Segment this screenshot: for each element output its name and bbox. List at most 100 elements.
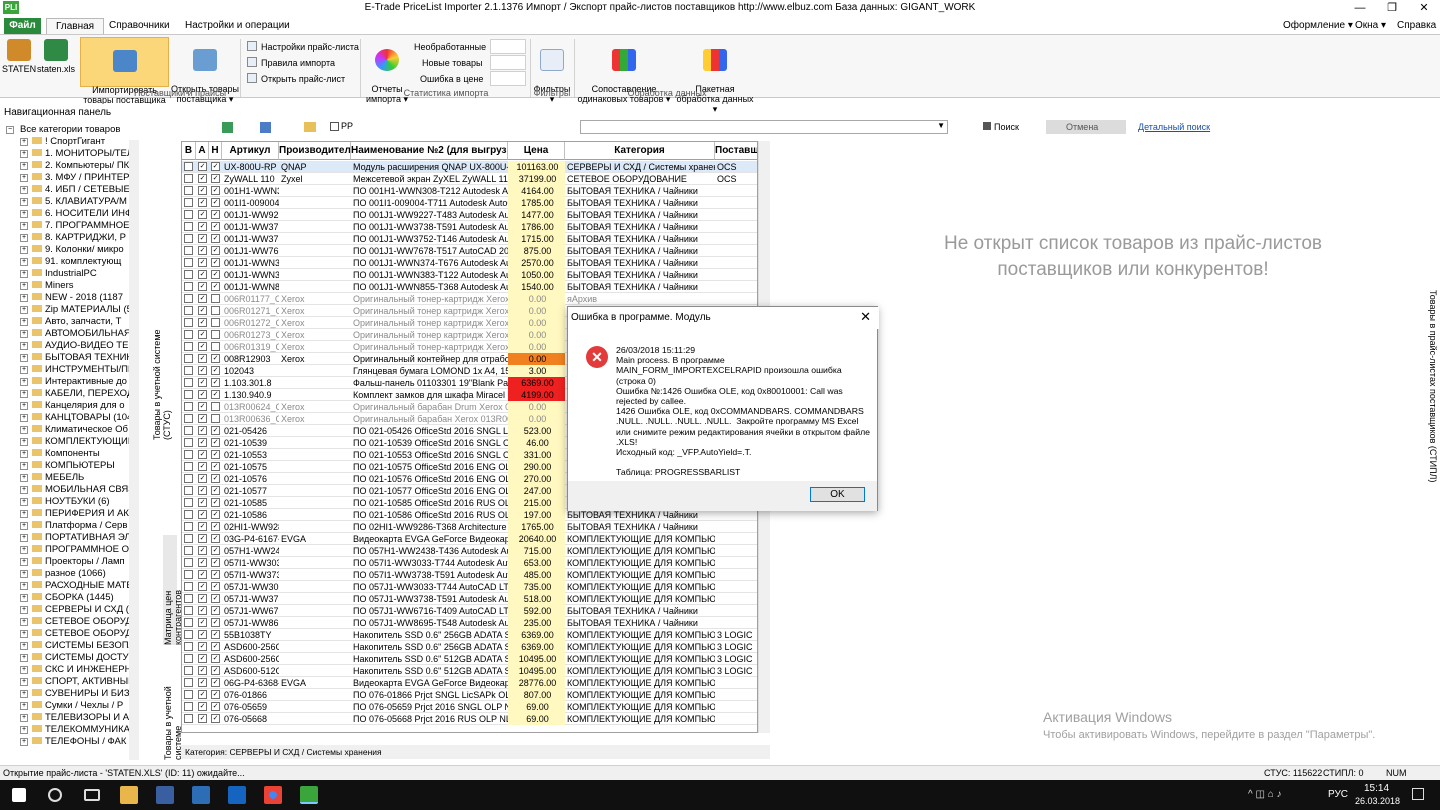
table-row[interactable]: ✓ ✓ 001H1-WWN3 ПО 001H1-WWN308-T212 Autodes… bbox=[182, 185, 757, 197]
column-header[interactable]: Наименование №2 (для выгрузки bbox=[351, 142, 508, 160]
row-checkbox[interactable]: ✓ bbox=[198, 714, 207, 723]
tree-item[interactable]: + Канцелярия для о bbox=[0, 400, 130, 412]
tree-item[interactable]: + МЕБЕЛЬ bbox=[0, 472, 130, 484]
row-checkbox[interactable]: ✓ bbox=[211, 354, 220, 363]
row-checkbox[interactable]: ✓ bbox=[198, 438, 207, 447]
sort-icon[interactable] bbox=[260, 122, 271, 133]
row-checkbox[interactable] bbox=[184, 594, 193, 603]
collapse-icon[interactable]: − bbox=[6, 126, 14, 134]
batch-processing-button[interactable]: Пакетная обработка данных ▾ bbox=[674, 39, 756, 114]
row-checkbox[interactable]: ✓ bbox=[211, 714, 220, 723]
row-checkbox[interactable]: ✓ bbox=[198, 306, 207, 315]
expand-icon[interactable]: + bbox=[20, 378, 28, 386]
tree-item[interactable]: +2. Компьютеры/ ПК bbox=[0, 160, 130, 172]
tree-item[interactable]: +91. комплектующ bbox=[0, 256, 130, 268]
row-checkbox[interactable] bbox=[211, 414, 220, 423]
tree-item[interactable]: + Авто, запчасти, Т bbox=[0, 316, 130, 328]
row-checkbox[interactable] bbox=[184, 414, 193, 423]
column-header[interactable]: Производитель bbox=[279, 142, 351, 160]
expand-icon[interactable]: + bbox=[20, 366, 28, 374]
table-row[interactable]: ✓ ✓ 001J1-WWN37 ПО 001J1-WWN374-T676 Autode… bbox=[182, 257, 757, 269]
tree-item[interactable]: + Miners bbox=[0, 280, 130, 292]
expand-icon[interactable]: + bbox=[20, 234, 28, 242]
tab-main[interactable]: Главная bbox=[46, 18, 105, 34]
row-checkbox[interactable] bbox=[184, 666, 193, 675]
row-checkbox[interactable]: ✓ bbox=[198, 654, 207, 663]
table-row[interactable]: ✓ ✓ 001J1-WW375 ПО 001J1-WW3752-T146 Autode… bbox=[182, 233, 757, 245]
tree-item[interactable]: + ! СпортГигант bbox=[0, 136, 130, 148]
row-checkbox[interactable] bbox=[211, 318, 220, 327]
row-checkbox[interactable]: ✓ bbox=[198, 558, 207, 567]
row-checkbox[interactable]: ✓ bbox=[211, 666, 220, 675]
row-checkbox[interactable] bbox=[211, 306, 220, 315]
row-checkbox[interactable]: ✓ bbox=[211, 678, 220, 687]
table-row[interactable]: ✓ ✓ UX-800U-RP QNAP Модуль расширения QNAP U… bbox=[182, 161, 757, 173]
tree-item[interactable]: +5. КЛАВИАТУРА/М bbox=[0, 196, 130, 208]
row-checkbox[interactable] bbox=[184, 306, 193, 315]
table-row[interactable]: ✓ ✓ 057H1-WW24 ПО 057H1-WW2438-T436 Autodes… bbox=[182, 545, 757, 557]
expand-icon[interactable]: + bbox=[20, 726, 28, 734]
column-header[interactable]: Категория bbox=[565, 142, 715, 160]
expand-icon[interactable]: + bbox=[20, 678, 28, 686]
row-checkbox[interactable] bbox=[184, 618, 193, 627]
tree-item[interactable]: + СКС И ИНЖЕНЕРН bbox=[0, 664, 130, 676]
row-checkbox[interactable] bbox=[211, 294, 220, 303]
outlook-icon[interactable] bbox=[228, 786, 246, 804]
row-checkbox[interactable]: ✓ bbox=[211, 606, 220, 615]
expand-icon[interactable]: + bbox=[20, 630, 28, 638]
table-row[interactable]: ✓ ✓ 001J1-WWN38 ПО 001J1-WWN383-T122 Autode… bbox=[182, 269, 757, 281]
vtab-goods-accounting[interactable]: Товары в учетной системе bbox=[163, 650, 183, 760]
row-checkbox[interactable]: ✓ bbox=[211, 234, 220, 243]
table-row[interactable]: ✓ ✓ 057J1-WW869 ПО 057J1-WW8695-T548 Autode… bbox=[182, 617, 757, 629]
row-checkbox[interactable] bbox=[184, 282, 193, 291]
table-row[interactable]: ✓ 006R01177_C Xerox Оригинальный тонер-карт… bbox=[182, 293, 757, 305]
dialog-close-icon[interactable]: ✕ bbox=[860, 309, 871, 325]
table-row[interactable]: ✓ ✓ 076-01866 ПО 076-01866 Prjct SNGL LicSA… bbox=[182, 689, 757, 701]
row-checkbox[interactable]: ✓ bbox=[211, 498, 220, 507]
row-checkbox[interactable] bbox=[184, 354, 193, 363]
row-checkbox[interactable]: ✓ bbox=[198, 498, 207, 507]
expand-icon[interactable]: + bbox=[20, 174, 28, 182]
table-row[interactable]: ✓ ✓ 03G-P4-6167- EVGA Видеокарта EVGA GeForc… bbox=[182, 533, 757, 545]
column-header[interactable]: Артикул bbox=[222, 142, 279, 160]
folder-icon[interactable] bbox=[304, 122, 316, 132]
table-row[interactable]: ✓ ✓ 55B1038TY Накопитель SSD 0.6" 256GB ADA… bbox=[182, 629, 757, 641]
row-checkbox[interactable]: ✓ bbox=[211, 270, 220, 279]
table-row[interactable]: ✓ ✓ 001J1-WW922 ПО 001J1-WW9227-T483 Autode… bbox=[182, 209, 757, 221]
tree-item[interactable]: + КОМПЬЮТЕРЫ bbox=[0, 460, 130, 472]
column-header[interactable]: Цена bbox=[508, 142, 565, 160]
expand-icon[interactable]: + bbox=[20, 474, 28, 482]
row-checkbox[interactable] bbox=[184, 426, 193, 435]
row-checkbox[interactable]: ✓ bbox=[198, 510, 207, 519]
expand-icon[interactable]: + bbox=[20, 198, 28, 206]
tree-item[interactable]: + NEW - 2018 (1187 bbox=[0, 292, 130, 304]
tree-item[interactable]: + КАБЕЛИ, ПЕРЕХОД bbox=[0, 388, 130, 400]
row-checkbox[interactable] bbox=[184, 522, 193, 531]
tree-item[interactable]: + ТЕЛЕКОММУНИКА bbox=[0, 724, 130, 736]
row-checkbox[interactable]: ✓ bbox=[211, 642, 220, 651]
tree-item[interactable]: + СИСТЕМЫ БЕЗОПА bbox=[0, 640, 130, 652]
expand-icon[interactable]: + bbox=[20, 342, 28, 350]
row-checkbox[interactable] bbox=[184, 462, 193, 471]
expand-icon[interactable]: + bbox=[20, 306, 28, 314]
column-header[interactable]: Н bbox=[209, 142, 222, 160]
row-checkbox[interactable] bbox=[184, 702, 193, 711]
row-checkbox[interactable]: ✓ bbox=[198, 378, 207, 387]
row-checkbox[interactable] bbox=[184, 342, 193, 351]
tree-item[interactable]: + КОМПЛЕКТУЮЩИЕ bbox=[0, 436, 130, 448]
tree-item[interactable]: + ИНСТРУМЕНТЫ/ПР bbox=[0, 364, 130, 376]
tree-item[interactable]: +8. КАРТРИДЖИ, Р bbox=[0, 232, 130, 244]
row-checkbox[interactable]: ✓ bbox=[211, 162, 220, 171]
row-checkbox[interactable]: ✓ bbox=[198, 618, 207, 627]
row-checkbox[interactable] bbox=[184, 330, 193, 339]
table-row[interactable]: ✓ ✓ 057J1-WW671 ПО 057J1-WW6716-T409 AutoCA… bbox=[182, 605, 757, 617]
tree-item[interactable]: + ПЕРИФЕРИЯ И АКС bbox=[0, 508, 130, 520]
expand-icon[interactable]: + bbox=[20, 330, 28, 338]
tree-item[interactable]: + КАНЦТОВАРЫ (104 bbox=[0, 412, 130, 424]
row-checkbox[interactable] bbox=[184, 258, 193, 267]
import-goods-button[interactable]: Импортировать товары поставщика ▾ bbox=[80, 37, 169, 115]
row-checkbox[interactable]: ✓ bbox=[211, 378, 220, 387]
row-checkbox[interactable]: ✓ bbox=[211, 198, 220, 207]
tree-item[interactable]: +7. ПРОГРАММНОЕ bbox=[0, 220, 130, 232]
expand-icon[interactable]: + bbox=[20, 246, 28, 254]
